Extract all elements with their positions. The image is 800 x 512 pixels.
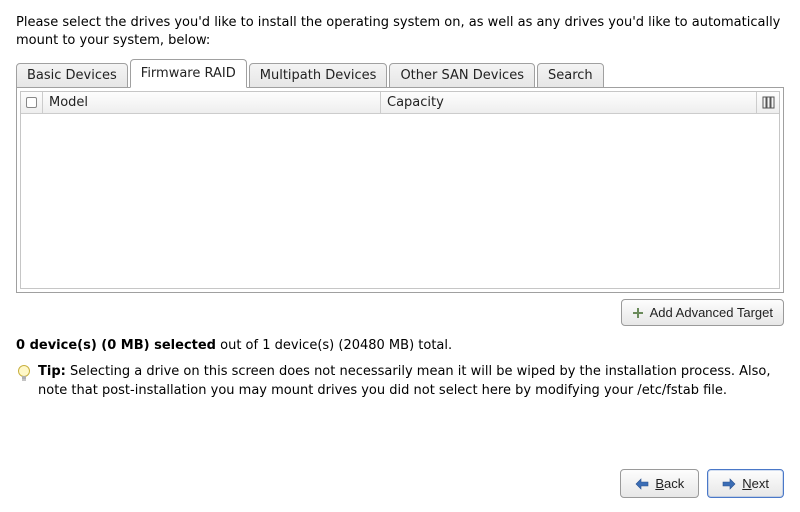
next-button[interactable]: Next [707, 469, 784, 498]
back-button-label: Back [655, 476, 684, 491]
lightbulb-icon [16, 364, 32, 390]
column-config-button[interactable] [757, 92, 779, 113]
table-header: Model Capacity [21, 92, 779, 114]
tip-label: Tip: [38, 364, 66, 379]
tab-search[interactable]: Search [537, 63, 604, 88]
tip-row: Tip: Selecting a drive on this screen do… [16, 363, 784, 399]
add-advanced-target-label: Add Advanced Target [650, 305, 773, 320]
instructions-text: Please select the drives you'd like to i… [16, 14, 784, 50]
tip-body: Selecting a drive on this screen does no… [38, 364, 771, 397]
device-tabs: Basic Devices Firmware RAID Multipath De… [16, 58, 784, 87]
arrow-left-icon [635, 478, 649, 490]
tip-text: Tip: Selecting a drive on this screen do… [38, 363, 784, 399]
tab-basic-devices[interactable]: Basic Devices [16, 63, 128, 88]
add-advanced-target-button[interactable]: Add Advanced Target [621, 299, 784, 326]
selection-status-bold: 0 device(s) (0 MB) selected [16, 338, 216, 353]
column-header-select-all[interactable] [21, 92, 43, 113]
footer-nav: Back Next [620, 469, 784, 498]
tab-other-san-devices[interactable]: Other SAN Devices [389, 63, 535, 88]
tab-firmware-raid[interactable]: Firmware RAID [130, 59, 247, 88]
column-header-model[interactable]: Model [43, 92, 381, 113]
columns-icon [762, 96, 775, 109]
select-all-checkbox[interactable] [26, 97, 37, 108]
table-body-empty [21, 114, 779, 288]
arrow-right-icon [722, 478, 736, 490]
plus-icon [632, 307, 644, 319]
selection-status: 0 device(s) (0 MB) selected out of 1 dev… [16, 338, 784, 353]
selection-status-rest: out of 1 device(s) (20480 MB) total. [216, 338, 452, 353]
next-button-label: Next [742, 476, 769, 491]
device-panel: Model Capacity [16, 87, 784, 293]
device-table: Model Capacity [20, 91, 780, 289]
column-header-capacity[interactable]: Capacity [381, 92, 757, 113]
tab-multipath-devices[interactable]: Multipath Devices [249, 63, 388, 88]
back-button[interactable]: Back [620, 469, 699, 498]
